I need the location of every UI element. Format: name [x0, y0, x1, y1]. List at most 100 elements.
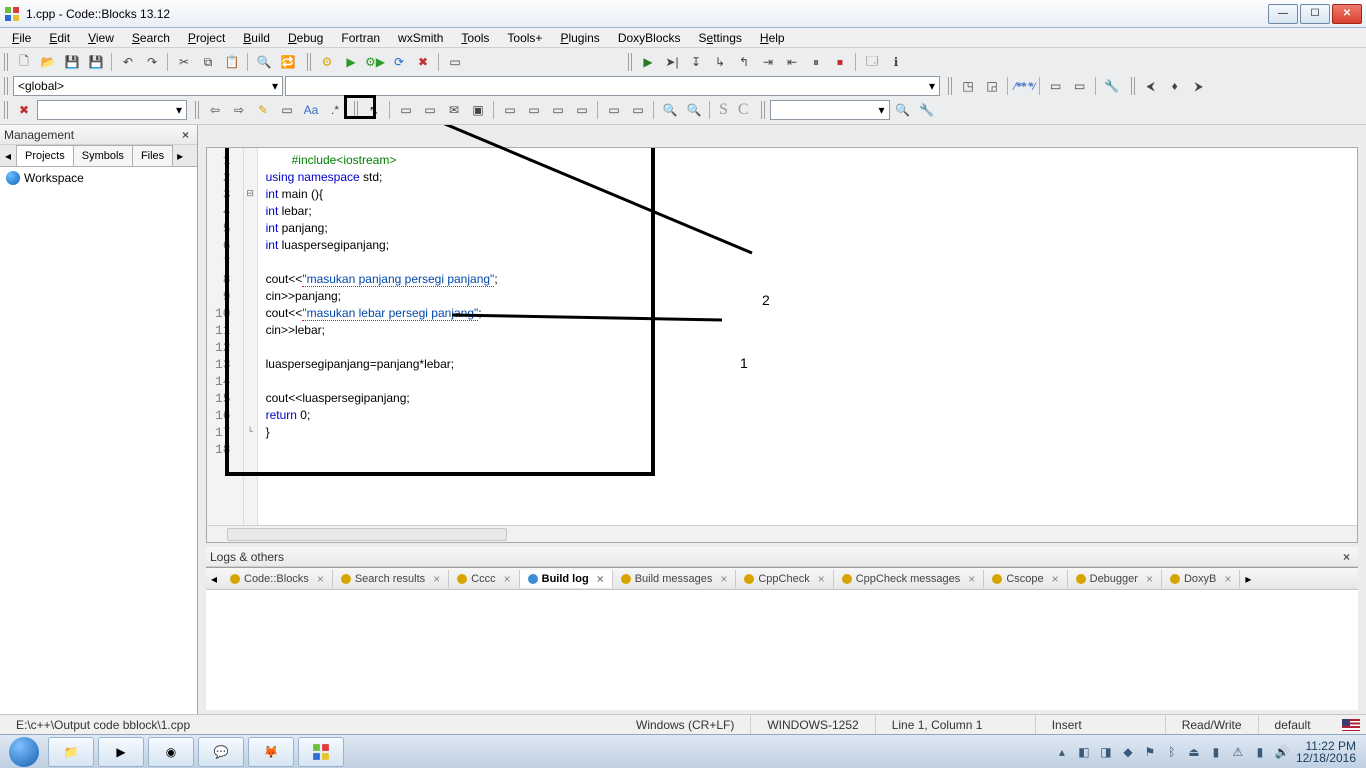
tray-app3-icon[interactable]: ◆ [1120, 744, 1136, 760]
start-button[interactable] [4, 735, 44, 769]
run-to-cursor-icon[interactable]: ➤| [661, 51, 683, 73]
tab-files[interactable]: Files [132, 145, 173, 166]
regex-icon[interactable]: .* [324, 99, 346, 121]
save-icon[interactable]: 💾 [61, 51, 83, 73]
doxy-run-icon[interactable]: ▭ [1045, 75, 1067, 97]
task-media[interactable]: ▶ [98, 737, 144, 767]
scope-dropdown-2[interactable]: ▾ [285, 76, 940, 96]
box10-icon[interactable]: ▭ [627, 99, 649, 121]
menu-debug[interactable]: Debug [280, 30, 331, 46]
menu-edit[interactable]: Edit [41, 30, 78, 46]
source-c-icon[interactable]: C [734, 101, 753, 119]
doxy-extract-icon[interactable]: ◲ [981, 75, 1003, 97]
task-explorer[interactable]: 📁 [48, 737, 94, 767]
search-combo[interactable]: ▾ [770, 100, 890, 120]
logs-close-icon[interactable]: × [1339, 550, 1354, 564]
step-instr-icon[interactable]: ⇤ [781, 51, 803, 73]
log-tab-code-blocks[interactable]: Code::Blocks × [222, 570, 333, 588]
next-line-icon[interactable]: ↧ [685, 51, 707, 73]
rebuild-icon[interactable]: ⟳ [388, 51, 410, 73]
tray-app2-icon[interactable]: ◨ [1098, 744, 1114, 760]
paste-icon[interactable]: 📋 [221, 51, 243, 73]
logs-scroll-right[interactable]: ▸ [1240, 572, 1256, 586]
box9-icon[interactable]: ▭ [603, 99, 625, 121]
log-tab-build-messages[interactable]: Build messages × [613, 570, 737, 588]
menu-plugins[interactable]: Plugins [552, 30, 607, 46]
open-file-icon[interactable]: 📂 [37, 51, 59, 73]
doxy-icon[interactable]: ◳ [957, 75, 979, 97]
log-tab-cppcheck[interactable]: CppCheck × [736, 570, 833, 588]
menu-wxsmith[interactable]: wxSmith [390, 30, 451, 46]
language-flag-icon[interactable] [1342, 719, 1360, 731]
code-area[interactable]: 123456789101112131415161718 ⊟└ #include<… [207, 148, 1357, 525]
target-select-icon[interactable]: ▭ [444, 51, 466, 73]
task-firefox[interactable]: 🦊 [248, 737, 294, 767]
menu-tools[interactable]: Tools [453, 30, 497, 46]
find-icon[interactable]: 🔍 [253, 51, 275, 73]
search-settings-icon[interactable]: 🔧 [916, 99, 938, 121]
maximize-button[interactable]: ☐ [1300, 4, 1330, 24]
menu-fortran[interactable]: Fortran [333, 30, 388, 46]
log-tab-debugger[interactable]: Debugger × [1068, 570, 1162, 588]
case-icon[interactable]: Aa [300, 99, 322, 121]
step-out-icon[interactable]: ↰ [733, 51, 755, 73]
task-line[interactable]: 💬 [198, 737, 244, 767]
menu-build[interactable]: Build [235, 30, 278, 46]
workspace-node[interactable]: Workspace [6, 171, 191, 185]
step-into-icon[interactable]: ↳ [709, 51, 731, 73]
doxy-settings-icon[interactable]: 🔧 [1101, 75, 1123, 97]
source-s-icon[interactable]: S [715, 101, 732, 119]
tray-network-icon[interactable]: ▮ [1208, 744, 1224, 760]
tray-volume-icon[interactable]: 🔊 [1274, 744, 1290, 760]
zoom-out-icon[interactable]: 🔍 [683, 99, 705, 121]
log-tab-doxyb[interactable]: DoxyB × [1162, 570, 1240, 588]
tray-clock[interactable]: 11:22 PM 12/18/2016 [1296, 740, 1362, 764]
jump-fwd-icon[interactable]: ⮞ [1188, 75, 1210, 97]
new-file-icon[interactable]: 🗋 [13, 51, 35, 73]
redo-icon[interactable]: ↷ [141, 51, 163, 73]
code-content[interactable]: #include<iostream> using namespace std; … [258, 148, 506, 525]
info-icon[interactable]: ℹ [885, 51, 907, 73]
debug-start-icon[interactable]: ▶ [637, 51, 659, 73]
mgmt-tab-scroll-left[interactable]: ◂ [0, 145, 16, 166]
abort-icon[interactable]: ✖ [412, 51, 434, 73]
tray-battery-icon[interactable]: ▮ [1252, 744, 1268, 760]
management-close-icon[interactable]: × [178, 128, 193, 142]
task-codeblocks[interactable] [298, 737, 344, 767]
copy-icon[interactable]: ⧉ [197, 51, 219, 73]
tray-eject-icon[interactable]: ⏏ [1186, 744, 1202, 760]
doxy-block-comment-icon[interactable]: /** */ [1013, 79, 1035, 94]
stop-debug-icon[interactable]: ⏹ [829, 51, 851, 73]
tray-bluetooth-icon[interactable]: ᛒ [1164, 744, 1180, 760]
tray-app1-icon[interactable]: ◧ [1076, 744, 1092, 760]
horizontal-scrollbar[interactable] [207, 525, 1357, 542]
highlight-icon[interactable]: ✎ [252, 99, 274, 121]
cut-icon[interactable]: ✂ [173, 51, 195, 73]
tab-projects[interactable]: Projects [16, 145, 74, 166]
aux-dropdown[interactable]: ▾ [37, 100, 187, 120]
mgmt-tab-scroll-right[interactable]: ▸ [172, 145, 188, 166]
menu-project[interactable]: Project [180, 30, 233, 46]
scope-dropdown-1[interactable]: <global>▾ [13, 76, 283, 96]
logs-body[interactable] [206, 590, 1358, 710]
menu-tools[interactable]: Tools+ [499, 30, 550, 46]
tab-symbols[interactable]: Symbols [73, 145, 133, 166]
box7-icon[interactable]: ▭ [547, 99, 569, 121]
nav-back-icon[interactable]: ⇦ [204, 99, 226, 121]
run-icon[interactable]: ▶ [340, 51, 362, 73]
undo-icon[interactable]: ↶ [117, 51, 139, 73]
task-chrome[interactable]: ◉ [148, 737, 194, 767]
log-tab-cscope[interactable]: Cscope × [984, 570, 1067, 588]
box6-icon[interactable]: ▭ [523, 99, 545, 121]
tray-wifi-icon[interactable]: ⚠ [1230, 744, 1246, 760]
menu-search[interactable]: Search [124, 30, 178, 46]
close-button[interactable]: ✕ [1332, 4, 1362, 24]
log-tab-cccc[interactable]: Cccc × [449, 570, 519, 588]
box3-icon[interactable]: ✉ [443, 99, 465, 121]
jump-mark-icon[interactable]: ♦ [1164, 75, 1186, 97]
logs-scroll-left[interactable]: ◂ [206, 572, 222, 586]
search-go-icon[interactable]: 🔍 [892, 99, 914, 121]
log-tab-search-results[interactable]: Search results × [333, 570, 449, 588]
minimize-button[interactable]: — [1268, 4, 1298, 24]
box2-icon[interactable]: ▭ [419, 99, 441, 121]
